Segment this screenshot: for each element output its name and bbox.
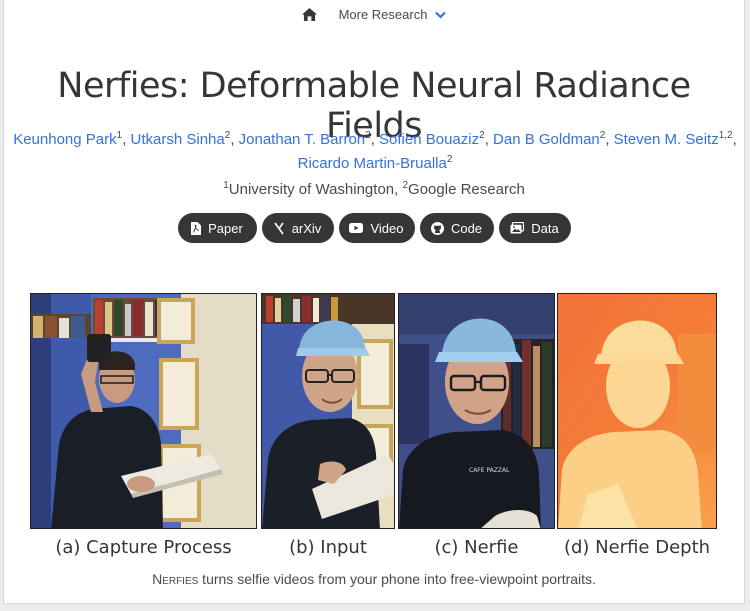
author-link[interactable]: Sofien Bouaziz (379, 131, 479, 148)
data-button-label: Data (531, 220, 559, 236)
code-button-label: Code (450, 220, 483, 236)
paper-button-label: Paper (208, 220, 243, 236)
paper-button[interactable]: Paper (177, 213, 257, 243)
input-image (262, 294, 394, 528)
code-button[interactable]: Code (419, 213, 494, 243)
affiliation-uw: University of Washington (228, 181, 395, 198)
caption-nerfie-depth: (d) Nerfie Depth (563, 537, 711, 558)
teaser-subtitle: Nerfies turns selfie videos from your ph… (4, 571, 744, 587)
figure-captions: (a) Capture Process (b) Input (c) Nerfie… (4, 537, 744, 561)
author-affil-sup: 1 (116, 130, 123, 141)
arxiv-button-label: arXiv (291, 220, 322, 236)
teaser-figure: CAFE PAZZAL (4, 293, 744, 529)
video-button[interactable]: Video (338, 213, 415, 243)
publication-links: Paper arXiv Video Code Data (4, 213, 744, 243)
author-link[interactable]: Keunhong Park (13, 131, 116, 148)
input-frame (261, 293, 395, 529)
images-icon (510, 222, 525, 234)
navbar: More Research (4, 0, 744, 28)
chevron-down-icon (435, 11, 447, 19)
youtube-icon (349, 223, 364, 233)
author-link[interactable]: Ricardo Martin-Brualla (298, 155, 447, 172)
caption-capture-process: (a) Capture Process (55, 537, 232, 558)
home-icon (301, 7, 317, 21)
author-link[interactable]: Jonathan T. Barron (239, 131, 365, 148)
github-icon (430, 221, 444, 235)
affiliations: 1University of Washington, 2Google Resea… (223, 180, 525, 198)
author-affil-sup: 2 (599, 130, 606, 141)
video-button-label: Video (370, 220, 404, 236)
pdf-icon (191, 221, 202, 235)
capture-process-frame (30, 293, 257, 529)
author-link[interactable]: Dan B Goldman (493, 131, 600, 148)
nerfie-frame: CAFE PAZZAL (398, 293, 555, 529)
capture-process-image (31, 294, 256, 528)
home-link[interactable] (301, 7, 317, 21)
svg-text:CAFE PAZZAL: CAFE PAZZAL (469, 467, 510, 474)
author-affil-sup: 2 (224, 130, 231, 141)
author-link[interactable]: Utkarsh Sinha (131, 131, 225, 148)
subtitle-text: turns selfie videos from your phone into… (198, 571, 596, 587)
nerfie-depth-frame (557, 293, 717, 529)
nerfie-depth-image (558, 294, 716, 528)
nerfies-brand: Nerfies (152, 571, 199, 587)
more-research-label: More Research (338, 6, 428, 22)
nerfie-image: CAFE PAZZAL (399, 294, 554, 528)
page: More Research Nerfies: Deformable Neural… (3, 0, 745, 604)
author-affil-sup: 1,2 (718, 130, 733, 141)
author-list: Keunhong Park1, Utkarsh Sinha2, Jonathan… (13, 130, 737, 173)
arxiv-icon (274, 222, 284, 234)
author-link[interactable]: Steven M. Seitz (614, 131, 719, 148)
more-research-dropdown[interactable]: More Research (339, 7, 447, 22)
author-affil-sup: 2 (365, 130, 371, 141)
caption-nerfie: (c) Nerfie (434, 537, 519, 558)
affiliation-google: Google Research (408, 181, 525, 198)
caption-input: (b) Input (289, 537, 367, 558)
author-affil-sup: 2 (479, 130, 485, 141)
author-affil-sup: 2 (446, 154, 453, 165)
data-button[interactable]: Data (498, 213, 571, 243)
arxiv-button[interactable]: arXiv (261, 213, 334, 243)
